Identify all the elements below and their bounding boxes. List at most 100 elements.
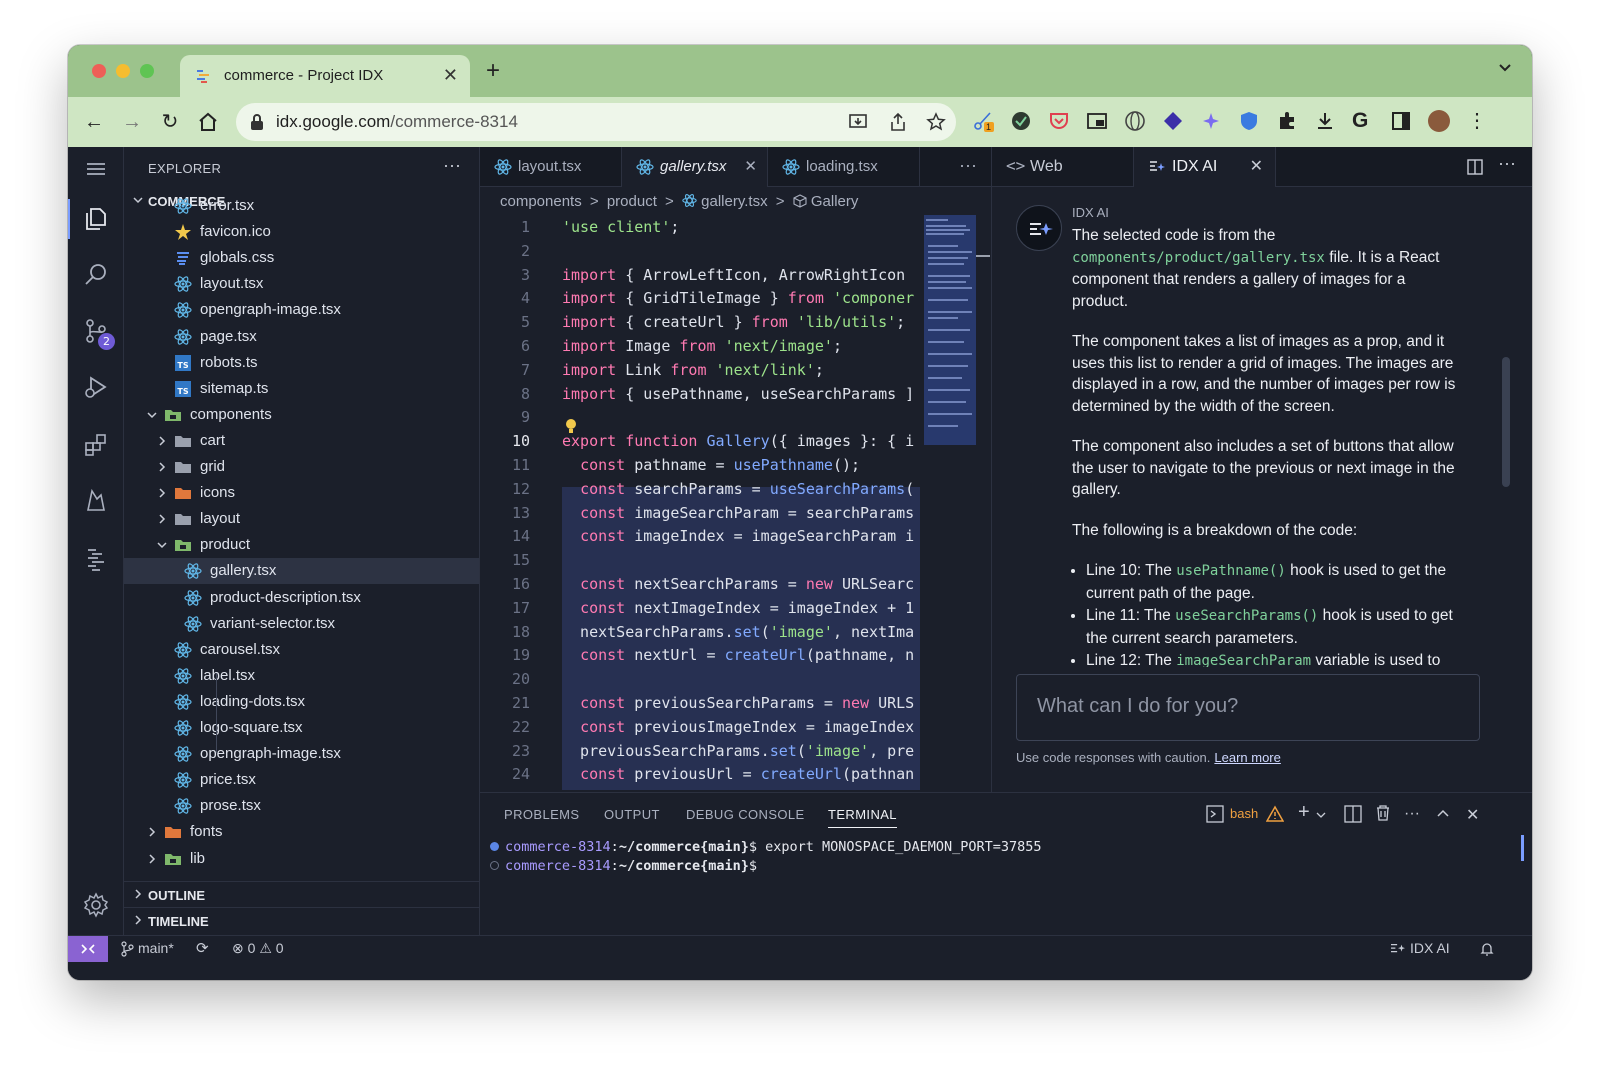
picture-in-picture-icon[interactable]	[1086, 110, 1108, 132]
extensions-puzzle-icon[interactable]	[1276, 110, 1298, 132]
tab-output[interactable]: OUTPUT	[604, 807, 660, 822]
terminal-scrollbar[interactable]	[1521, 835, 1524, 861]
minimap[interactable]	[924, 215, 976, 445]
file-tree-row[interactable]: carousel.tsx	[124, 637, 479, 663]
close-window-button[interactable]	[92, 64, 106, 78]
file-tree-row[interactable]: product-description.tsx	[124, 585, 479, 611]
file-tree-row[interactable]: page.tsx	[124, 324, 479, 350]
breadcrumb-item[interactable]: product	[607, 193, 657, 210]
menu-icon[interactable]	[82, 155, 110, 183]
close-tab-icon[interactable]: ✕	[1250, 156, 1263, 176]
file-tree-row[interactable]: globals.css	[124, 245, 479, 271]
editor-more-actions-button[interactable]: ···	[959, 155, 977, 176]
outline-section[interactable]: OUTLINE	[124, 883, 479, 909]
diamond-extension-icon[interactable]	[1162, 110, 1184, 132]
reload-icon[interactable]: ↻	[158, 110, 182, 134]
file-tree-row[interactable]: logo-square.tsx	[124, 715, 479, 741]
editor-scrollbar-thumb[interactable]	[976, 255, 990, 257]
breadcrumb-item[interactable]: components	[500, 193, 582, 210]
file-tree-row[interactable]: cart	[124, 428, 479, 454]
tab-search-chevron-icon[interactable]	[1498, 61, 1512, 75]
file-tree-row[interactable]: label.tsx	[124, 663, 479, 689]
zoom-window-button[interactable]	[140, 64, 154, 78]
shield-extension-icon[interactable]	[1238, 110, 1260, 132]
learn-more-link[interactable]: Learn more	[1214, 750, 1280, 765]
tab-gallery-tsx[interactable]: gallery.tsx ✕	[622, 147, 768, 187]
tab-problems[interactable]: PROBLEMS	[504, 807, 579, 822]
close-tab-icon[interactable]: ✕	[744, 157, 757, 175]
ai-prompt-box[interactable]	[1016, 674, 1480, 741]
file-tree-row[interactable]: icons	[124, 480, 479, 506]
forward-icon[interactable]: →	[120, 110, 144, 134]
download-icon[interactable]	[1314, 110, 1336, 132]
file-tree-row[interactable]: lib	[124, 846, 479, 872]
share-icon[interactable]	[888, 112, 908, 132]
url-text[interactable]: idx.google.com/commerce-8314	[276, 112, 518, 132]
trash-icon[interactable]	[1374, 804, 1392, 822]
settings-gear-icon[interactable]	[82, 891, 110, 919]
tab-debug-console[interactable]: DEBUG CONSOLE	[686, 807, 805, 822]
idx-ai-status[interactable]: IDX AI	[1410, 940, 1450, 956]
code-editor[interactable]: 1'use client'; 2 3 import { ArrowLeftIcon, …	[480, 215, 920, 790]
check-extension-icon[interactable]	[1010, 110, 1032, 132]
file-tree-row[interactable]: prose.tsx	[124, 793, 479, 819]
notifications-bell-icon[interactable]	[1480, 941, 1494, 957]
terminal-line[interactable]: commerce-8314:~/commerce{main}$ export M…	[490, 839, 1042, 855]
file-tree-row[interactable]: opengraph-image.tsx	[124, 297, 479, 323]
breadcrumb-item[interactable]: Gallery	[811, 193, 859, 210]
new-tab-button[interactable]: +	[486, 57, 500, 85]
file-tree-row[interactable]: favicon.ico	[124, 219, 479, 245]
minimize-window-button[interactable]	[116, 64, 130, 78]
file-tree-row[interactable]: gallery.tsx	[124, 558, 479, 585]
git-branch[interactable]: main*	[138, 940, 174, 956]
globe-icon[interactable]	[1124, 110, 1146, 132]
problems-status[interactable]: ⊗ 0 ⚠ 0	[232, 940, 284, 957]
side-panel-icon[interactable]	[1390, 110, 1412, 132]
file-tree-row[interactable]: TS robots.ts	[124, 350, 479, 376]
file-tree-row[interactable]: product	[124, 532, 479, 558]
split-terminal-icon[interactable]	[1344, 805, 1362, 823]
file-tree-row[interactable]: TS sitemap.ts	[124, 376, 479, 402]
right-more-actions-button[interactable]: ···	[1498, 153, 1516, 174]
explorer-more-button[interactable]: ···	[443, 155, 461, 176]
file-tree-row[interactable]: variant-selector.tsx	[124, 611, 479, 637]
terminal-shell-name[interactable]: bash	[1230, 806, 1258, 821]
bookmark-star-icon[interactable]	[926, 112, 946, 132]
ai-prompt-input[interactable]	[1037, 695, 1457, 718]
explorer-files-icon[interactable]	[82, 205, 110, 233]
tab-terminal[interactable]: TERMINAL	[828, 807, 897, 828]
pocket-icon[interactable]	[1048, 110, 1070, 132]
file-tree-row[interactable]: error.tsx	[124, 193, 479, 219]
sparkle-extension-icon[interactable]	[1200, 110, 1222, 132]
file-tree-row[interactable]: grid	[124, 454, 479, 480]
run-debug-icon[interactable]	[82, 373, 110, 401]
file-tree-row[interactable]: layout	[124, 506, 479, 532]
sync-icon[interactable]: ⟳	[196, 939, 209, 957]
file-tree-row[interactable]: price.tsx	[124, 767, 479, 793]
lock-icon[interactable]	[250, 113, 264, 131]
firebase-icon[interactable]	[82, 487, 110, 515]
search-icon[interactable]	[82, 261, 110, 289]
breadcrumb-item[interactable]: gallery.tsx	[701, 193, 767, 210]
new-terminal-icon[interactable]: +	[1298, 801, 1310, 824]
tab-layout-tsx[interactable]: layout.tsx	[480, 147, 622, 187]
tab-web[interactable]: <> Web	[992, 147, 1134, 187]
file-tree-row[interactable]: fonts	[124, 819, 479, 845]
file-tree-row[interactable]: layout.tsx	[124, 271, 479, 297]
home-icon[interactable]	[196, 110, 220, 134]
maximize-panel-icon[interactable]	[1436, 807, 1450, 819]
close-tab-icon[interactable]: ✕	[443, 65, 458, 86]
install-app-icon[interactable]	[848, 112, 868, 132]
file-tree-row[interactable]: loading-dots.tsx	[124, 689, 479, 715]
timeline-section[interactable]: TIMELINE	[124, 909, 479, 935]
browser-tab-active[interactable]: commerce - Project IDX ✕	[180, 55, 470, 97]
terminal-line[interactable]: commerce-8314:~/commerce{main}$	[490, 858, 757, 874]
tab-idx-ai[interactable]: IDX AI ✕	[1134, 147, 1276, 187]
tab-loading-tsx[interactable]: loading.tsx	[768, 147, 920, 187]
lightbulb-icon[interactable]	[564, 417, 578, 435]
ai-scrollbar[interactable]	[1502, 357, 1510, 487]
panel-more-icon[interactable]: ···	[1404, 805, 1420, 823]
split-editor-icon[interactable]	[1466, 158, 1484, 176]
extensions-icon[interactable]	[82, 431, 110, 459]
chevron-down-icon[interactable]	[1316, 811, 1326, 819]
